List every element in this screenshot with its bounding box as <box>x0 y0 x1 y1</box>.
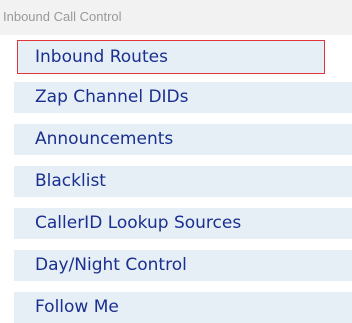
nav-item-callerid-lookup-sources[interactable]: CallerID Lookup Sources <box>14 208 352 239</box>
inbound-call-control-panel: Inbound Call Control Inbound Routes Zap … <box>0 0 352 323</box>
section-header: Inbound Call Control <box>0 0 352 35</box>
nav-item-blacklist[interactable]: Blacklist <box>14 166 352 197</box>
nav-item-announcements[interactable]: Announcements <box>14 124 352 155</box>
nav-item-follow-me[interactable]: Follow Me <box>14 292 352 323</box>
nav-item-zap-channel-dids[interactable]: Zap Channel DIDs <box>14 82 352 113</box>
nav-item-day-night-control[interactable]: Day/Night Control <box>14 250 352 281</box>
nav-item-inbound-routes[interactable]: Inbound Routes <box>17 40 325 74</box>
